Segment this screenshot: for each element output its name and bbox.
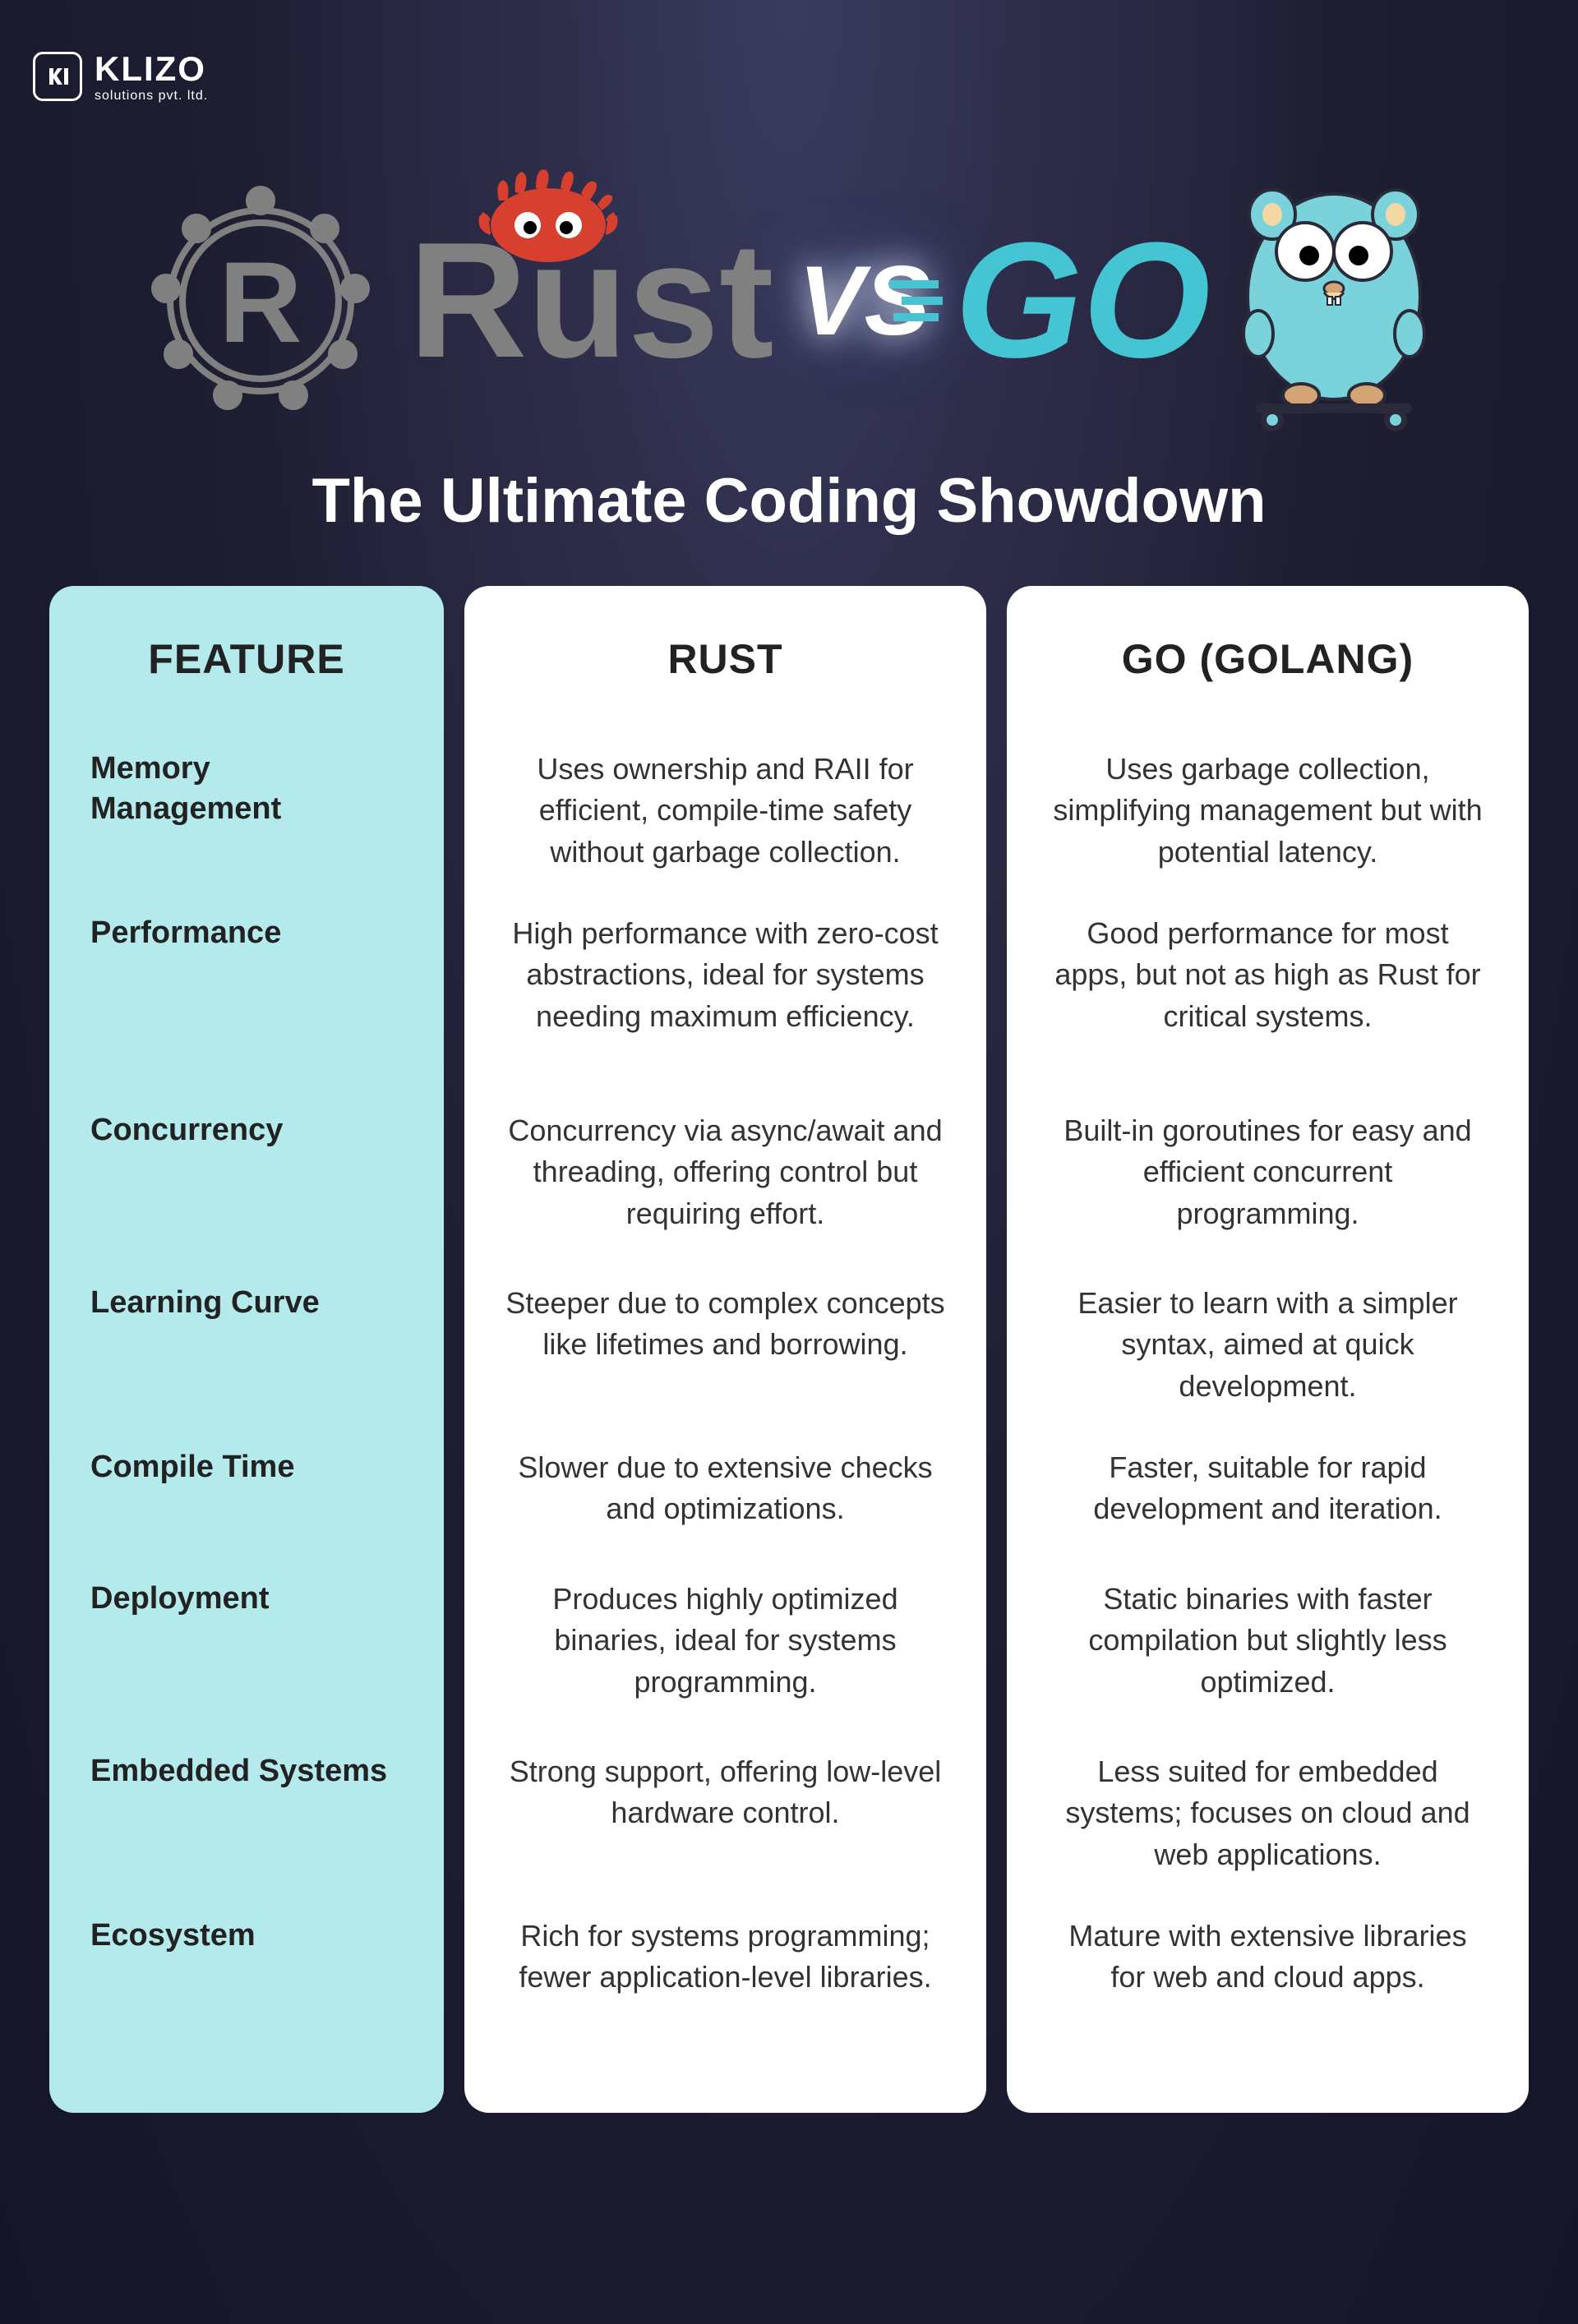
rust-cell-text: Produces highly optimized binaries, idea… <box>505 1579 945 1703</box>
rust-cell-row: Produces highly optimized binaries, idea… <box>505 1579 945 1751</box>
feature-label: Embedded Systems <box>90 1751 403 1791</box>
feature-column: FEATURE Memory Management Performance Conc… <box>49 586 444 2113</box>
hero-section: R <box>33 169 1545 537</box>
rust-cell-text: Strong support, offering low-level hardw… <box>505 1751 945 1834</box>
feature-label-row: Ecosystem <box>90 1916 403 2063</box>
rust-column: RUST Uses ownership and RAII for efficie… <box>464 586 986 2113</box>
rust-cell-row: High performance with zero-cost abstract… <box>505 913 945 1110</box>
feature-label: Performance <box>90 913 403 953</box>
feature-label: Compile Time <box>90 1447 403 1487</box>
go-cell-text: Good performance for most apps, but not … <box>1048 913 1488 1037</box>
rust-cell-text: Concurrency via async/await and threadin… <box>505 1110 945 1234</box>
go-cell-row: Uses garbage collection, simplifying man… <box>1048 749 1488 913</box>
rust-cell-text: Uses ownership and RAII for efficient, c… <box>505 749 945 873</box>
feature-label-row: Memory Management <box>90 749 403 913</box>
rust-cell-row: Steeper due to complex concepts like lif… <box>505 1283 945 1447</box>
feature-label: Learning Curve <box>90 1283 403 1323</box>
go-cell-row: Static binaries with faster compilation … <box>1048 1579 1488 1751</box>
logo-icon <box>33 52 82 101</box>
feature-label-row: Deployment <box>90 1579 403 1751</box>
svg-text:R: R <box>219 237 302 367</box>
feature-header: FEATURE <box>90 635 403 683</box>
go-cell-text: Mature with extensive libraries for web … <box>1048 1916 1488 1999</box>
go-cell-row: Less suited for embedded systems; focuse… <box>1048 1751 1488 1916</box>
rust-cell-row: Slower due to extensive checks and optim… <box>505 1447 945 1579</box>
go-column: GO (GOLANG) Uses garbage collection, sim… <box>1007 586 1529 2113</box>
feature-label: Ecosystem <box>90 1916 403 1956</box>
feature-label: Concurrency <box>90 1110 403 1150</box>
rust-cell-row: Rich for systems programming; fewer appl… <box>505 1916 945 2063</box>
go-title: GO <box>955 219 1211 383</box>
rust-header: RUST <box>505 635 945 683</box>
go-cell-text: Built-in goroutines for easy and efficie… <box>1048 1110 1488 1234</box>
go-cell-row: Built-in goroutines for easy and efficie… <box>1048 1110 1488 1283</box>
rust-cell-row: Uses ownership and RAII for efficient, c… <box>505 749 945 913</box>
feature-label-row: Concurrency <box>90 1110 403 1283</box>
go-cell-text: Less suited for embedded systems; focuse… <box>1048 1751 1488 1875</box>
rust-cell-text: Slower due to extensive checks and optim… <box>505 1447 945 1530</box>
feature-label: Deployment <box>90 1579 403 1619</box>
rust-cell-text: Rich for systems programming; fewer appl… <box>505 1916 945 1999</box>
brand-logo: KLIZO solutions pvt. ltd. <box>33 49 1545 104</box>
logo-name: KLIZO <box>95 49 208 89</box>
go-cell-text: Faster, suitable for rapid development a… <box>1048 1447 1488 1530</box>
feature-label-row: Embedded Systems <box>90 1751 403 1916</box>
feature-label-row: Performance <box>90 913 403 1110</box>
ferris-crab-icon <box>474 128 622 235</box>
feature-label-row: Learning Curve <box>90 1283 403 1447</box>
go-cell-row: Easier to learn with a simpler syntax, a… <box>1048 1283 1488 1447</box>
gopher-mascot-icon <box>1227 169 1441 432</box>
go-cell-text: Uses garbage collection, simplifying man… <box>1048 749 1488 873</box>
logo-tagline: solutions pvt. ltd. <box>95 89 208 104</box>
rust-cell-row: Strong support, offering low-level hardw… <box>505 1751 945 1916</box>
go-cell-text: Static binaries with faster compilation … <box>1048 1579 1488 1703</box>
go-cell-row: Good performance for most apps, but not … <box>1048 913 1488 1110</box>
feature-label: Memory Management <box>90 749 403 830</box>
feature-label-row: Compile Time <box>90 1447 403 1579</box>
rust-cell-row: Concurrency via async/await and threadin… <box>505 1110 945 1283</box>
go-cell-text: Easier to learn with a simpler syntax, a… <box>1048 1283 1488 1407</box>
comparison-table: FEATURE Memory Management Performance Conc… <box>33 586 1545 2113</box>
go-header: GO (GOLANG) <box>1048 635 1488 683</box>
rust-cell-text: Steeper due to complex concepts like lif… <box>505 1283 945 1366</box>
go-cell-row: Faster, suitable for rapid development a… <box>1048 1447 1488 1579</box>
go-speed-lines-icon <box>889 276 947 325</box>
rust-gear-icon: R <box>137 178 384 424</box>
go-cell-row: Mature with extensive libraries for web … <box>1048 1916 1488 2063</box>
rust-cell-text: High performance with zero-cost abstract… <box>505 913 945 1037</box>
hero-subtitle: The Ultimate Coding Showdown <box>33 465 1545 537</box>
rust-title: Rust <box>408 219 773 383</box>
